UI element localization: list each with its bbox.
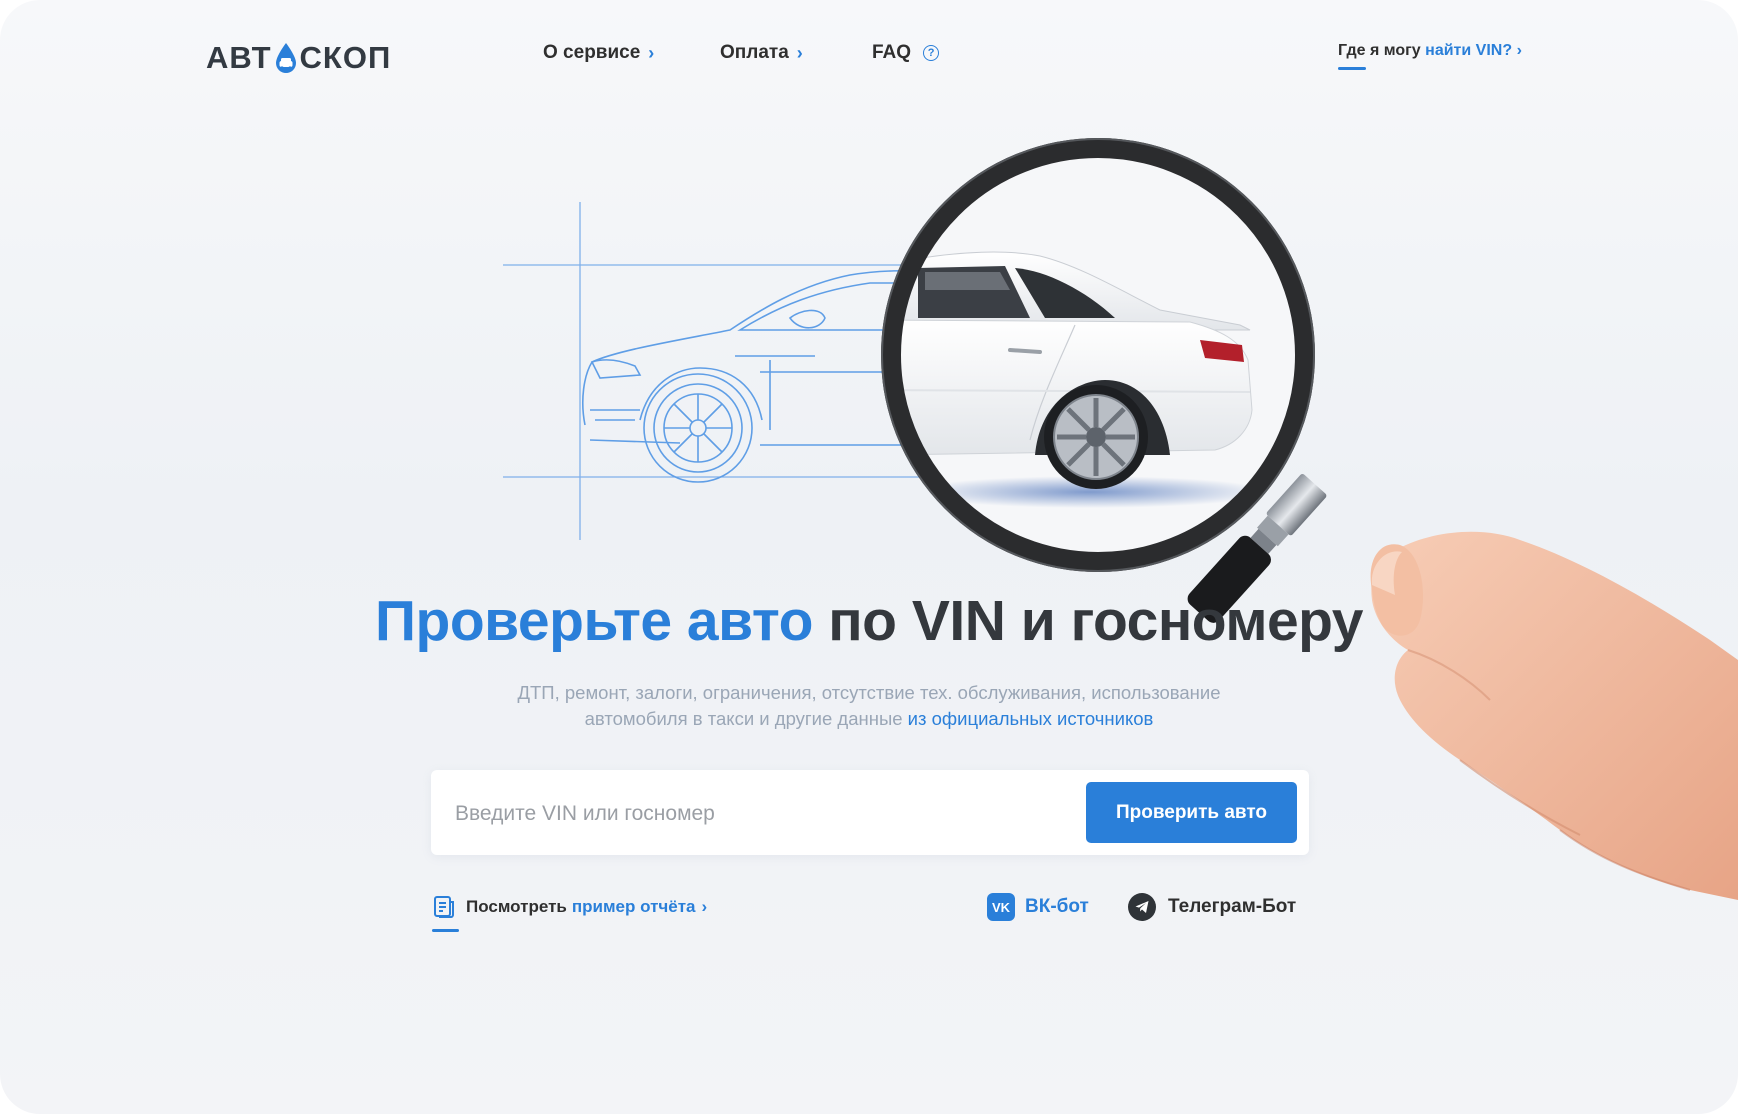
subtitle-line-2-text: автомобиля в такси и другие данные [584, 708, 903, 729]
page-title: Проверьте авто по VIN и госномеру [0, 588, 1738, 654]
page: АВТ СКОП О сервисе › Оплата › FAQ ? Где … [0, 0, 1738, 1114]
subtitle-line-2: автомобиля в такси и другие данные из оф… [469, 706, 1269, 732]
document-icon [434, 896, 454, 918]
check-car-button[interactable]: Проверить авто [1086, 782, 1297, 843]
chevron-right-icon: › [701, 897, 708, 916]
sample-report-link[interactable]: Посмотреть пример отчёта › [432, 895, 707, 919]
subtitle-line-1: ДТП, ремонт, залоги, ограничения, отсутс… [517, 682, 1221, 703]
telegram-bot-link[interactable]: Телеграм-Бот [1128, 893, 1296, 921]
title-rest: по VIN и госномеру [828, 589, 1363, 653]
hero-illustration [503, 138, 1738, 900]
subtitle: ДТП, ремонт, залоги, ограничения, отсутс… [469, 680, 1269, 732]
telegram-icon [1128, 893, 1156, 921]
official-sources-link[interactable]: из официальных источников [908, 708, 1154, 729]
vin-search-input[interactable] [453, 770, 1077, 857]
sample-report-prefix: Посмотреть [466, 897, 567, 916]
search-box: Проверить авто [431, 770, 1309, 857]
sample-report-link-text: пример отчёта [571, 897, 696, 916]
vk-icon: VK [987, 893, 1015, 921]
sample-report-underline [432, 929, 459, 932]
telegram-bot-label: Телеграм-Бот [1168, 896, 1297, 917]
vk-bot-label: ВК-бот [1025, 896, 1089, 917]
vk-bot-link[interactable]: VK ВК-бот [987, 893, 1089, 921]
title-accent: Проверьте авто [375, 589, 813, 653]
blueprint-car [582, 269, 931, 483]
blueprint-guides [503, 202, 920, 540]
